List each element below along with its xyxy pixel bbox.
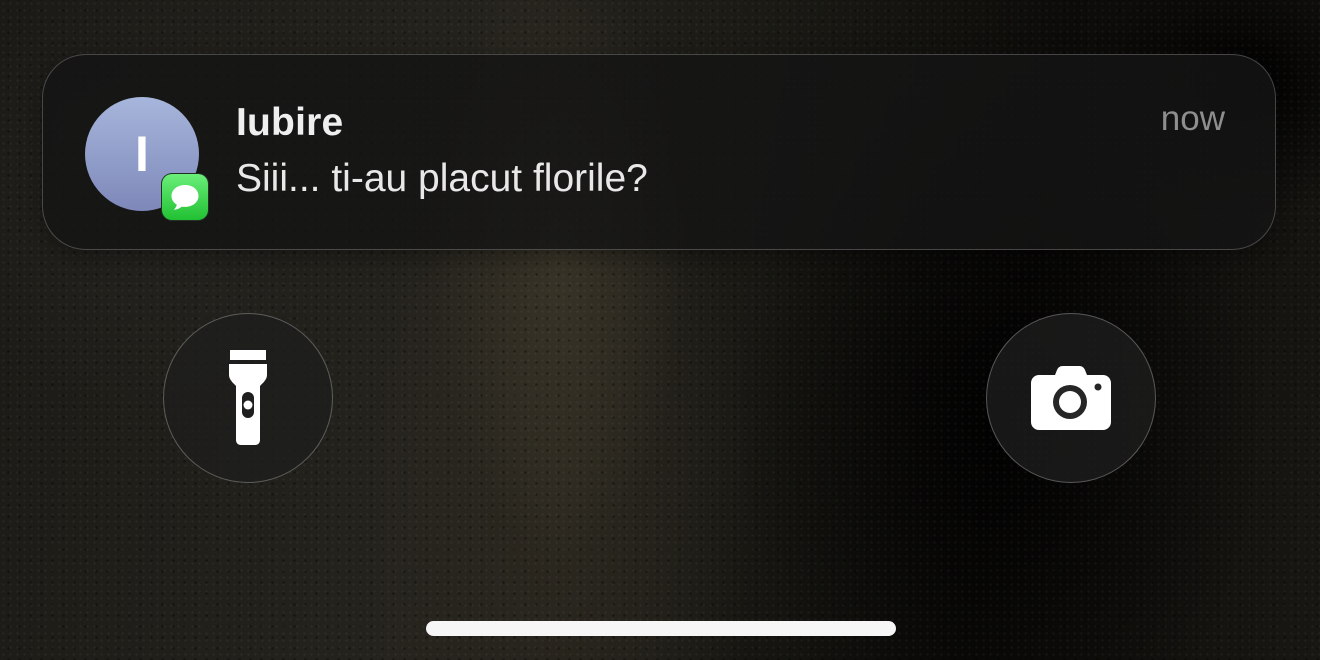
camera-button[interactable] (986, 313, 1156, 483)
messages-icon (161, 173, 209, 221)
home-indicator[interactable] (426, 621, 896, 636)
flashlight-icon (229, 350, 267, 445)
notification-message: Siii... ti-au placut florile? (236, 157, 648, 200)
flashlight-button[interactable] (163, 313, 333, 483)
notification-sender: Iubire (236, 101, 344, 144)
notification-time: now (1160, 99, 1225, 138)
avatar-initial: I (135, 126, 149, 182)
camera-icon (1031, 366, 1111, 430)
message-notification[interactable]: I Iubire Siii... ti-au placut florile? n… (42, 54, 1276, 250)
